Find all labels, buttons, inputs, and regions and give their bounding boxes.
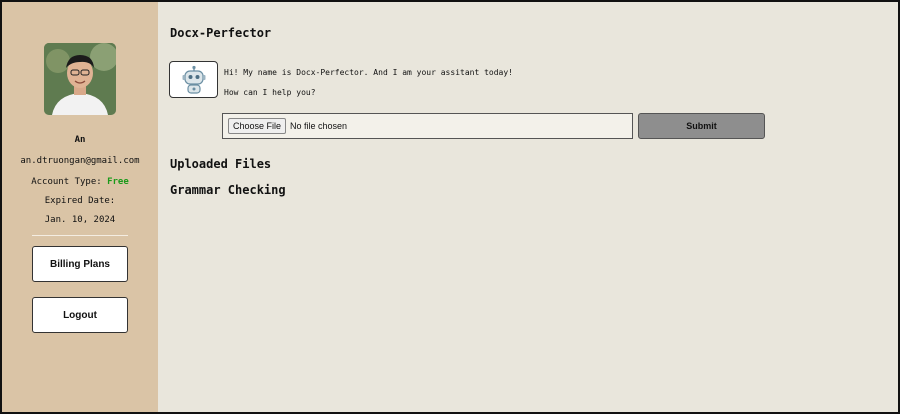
account-type-label: Account Type: <box>31 177 102 187</box>
grammar-checking-heading: Grammar Checking <box>170 183 286 197</box>
app-frame: An an.dtruongan@gmail.com Account Type: … <box>0 0 900 414</box>
upload-form: Choose File No file chosen Submit <box>222 113 765 139</box>
account-type-value: Free <box>107 177 129 187</box>
expired-date-label: Expired Date: <box>44 196 116 206</box>
sidebar-divider <box>32 235 128 236</box>
expired-date-value: Jan. 10, 2024 <box>44 215 116 225</box>
submit-button[interactable]: Submit <box>638 113 765 139</box>
file-status: No file chosen <box>290 121 348 131</box>
billing-plans-button[interactable]: Billing Plans <box>32 246 128 282</box>
account-type: Account Type: Free <box>31 177 129 187</box>
bot-avatar <box>169 61 218 98</box>
avatar-photo <box>44 43 116 115</box>
uploaded-files-heading: Uploaded Files <box>170 157 272 171</box>
logout-button[interactable]: Logout <box>32 297 128 333</box>
robot-icon <box>182 65 205 94</box>
user-email: an.dtruongan@gmail.com <box>20 156 140 166</box>
choose-file-button[interactable]: Choose File <box>228 118 287 134</box>
bot-greeting: Hi! My name is Docx-Perfector. And I am … <box>224 68 513 77</box>
file-input[interactable]: Choose File No file chosen <box>222 113 633 139</box>
page-title: Docx-Perfector <box>170 26 272 40</box>
bot-help-prompt: How can I help you? <box>224 88 316 97</box>
main-content: Docx-Perfector Hi! My name is Docx-Perfe… <box>158 2 898 412</box>
user-name: An <box>74 135 86 145</box>
sidebar: An an.dtruongan@gmail.com Account Type: … <box>2 2 158 412</box>
avatar <box>44 43 116 115</box>
